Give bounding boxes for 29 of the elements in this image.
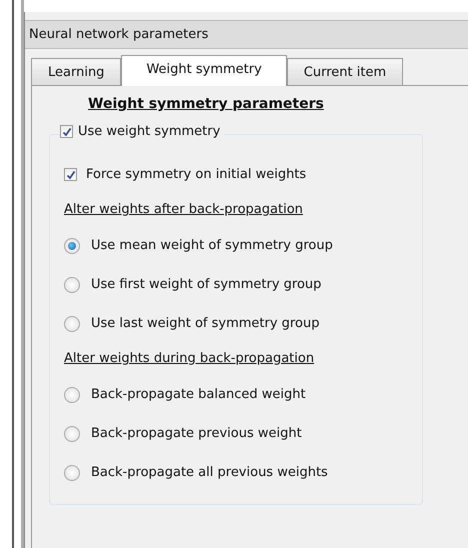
radio-icon[interactable] <box>64 386 80 402</box>
radio-label: Use first weight of symmetry group <box>91 277 322 292</box>
radio-option[interactable]: Use mean weight of symmetry group <box>64 226 422 265</box>
radio-label: Use mean weight of symmetry group <box>91 238 333 253</box>
radio-option[interactable]: Use last weight of symmetry group <box>64 304 422 343</box>
group-heading: Alter weights during back-propagation <box>64 350 316 368</box>
checkbox-icon[interactable] <box>64 168 77 181</box>
radio-option[interactable]: Back-propagate all previous weights <box>64 453 422 492</box>
checkbox-label: Force symmetry on initial weights <box>86 167 306 182</box>
checkbox-icon[interactable] <box>60 125 73 138</box>
radio-icon[interactable] <box>64 464 80 480</box>
section-title: Weight symmetry parameters <box>88 96 325 112</box>
radio-option[interactable]: Back-propagate balanced weight <box>64 375 422 414</box>
radio-icon[interactable] <box>64 276 80 292</box>
radio-icon[interactable] <box>64 426 80 442</box>
tab[interactable]: Current item <box>286 58 404 85</box>
radio-label: Back-propagate all previous weights <box>91 465 328 480</box>
radio-icon[interactable] <box>64 238 80 254</box>
radio-option[interactable]: Use first weight of symmetry group <box>64 265 422 304</box>
radio-label: Use last weight of symmetry group <box>91 316 320 331</box>
radio-option[interactable]: Back-propagate previous weight <box>64 414 422 453</box>
tab[interactable]: Weight symmetry <box>121 55 287 86</box>
group-heading: Alter weights after back-propagation <box>64 201 304 219</box>
tab[interactable]: Learning <box>31 58 122 85</box>
radio-label: Back-propagate previous weight <box>91 426 302 441</box>
panel-title: Neural network parameters <box>25 20 468 49</box>
radio-icon[interactable] <box>64 316 80 332</box>
radio-label: Back-propagate balanced weight <box>91 387 306 402</box>
checkbox-row[interactable]: Force symmetry on initial weights <box>64 155 422 194</box>
